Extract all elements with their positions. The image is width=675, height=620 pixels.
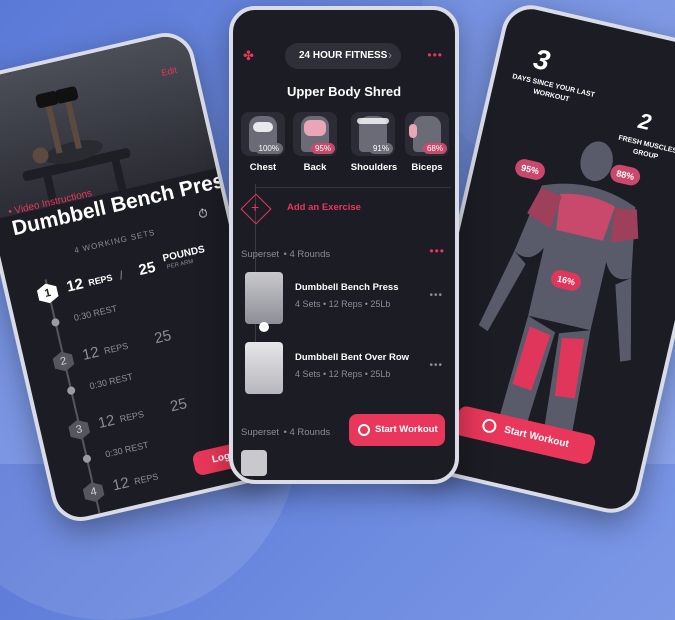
workout-title: Upper Body Shred <box>286 84 402 99</box>
exercise-more-icon[interactable]: ••• <box>429 290 443 301</box>
exercise-name: Dumbbell Bench Press <box>295 282 399 293</box>
app-logo-icon[interactable]: ✤ <box>243 48 254 64</box>
muscle-list: 100% Chest 95% Back 91% Shoulders 68% Bi… <box>241 112 451 178</box>
gym-name: 24 HOUR FITNESS <box>299 50 388 61</box>
superset-label: Superset <box>241 427 280 438</box>
set-number-badge: 4 <box>82 480 106 504</box>
timer-icon[interactable]: ⏱ <box>197 205 210 222</box>
start-workout-label: Start Workout <box>503 424 570 451</box>
muscle-name: Chest <box>249 162 277 173</box>
superset-header: Superset • 4 Rounds ••• <box>241 244 447 260</box>
reps-value: 12 <box>110 474 131 495</box>
muscle-name: Shoulders <box>350 162 398 173</box>
exercise-detail: 4 Sets • 12 Reps • 25Lb <box>295 299 391 309</box>
rest-dot <box>50 317 61 328</box>
exercise-more-icon[interactable]: ••• <box>429 360 443 371</box>
reps-label: REPS <box>103 340 130 357</box>
rest-label: 0:30 REST <box>104 439 150 460</box>
days-count: 3 <box>530 42 553 77</box>
superset-header: Superset • 4 Rounds <box>241 422 361 438</box>
exercise-name: Dumbbell Bent Over Row <box>295 352 410 363</box>
muscle-percent: 100% <box>254 143 283 154</box>
back-muscle-icon: 95% <box>293 112 337 156</box>
muscle-name: Biceps <box>411 162 443 173</box>
set-number-badge: 2 <box>52 350 76 374</box>
exercise-thumbnail <box>245 272 283 324</box>
fresh-count: 2 <box>636 108 654 136</box>
exercise-detail: 4 Sets • 12 Reps • 25Lb <box>295 369 391 379</box>
set-number-badge: 1 <box>36 281 60 305</box>
start-workout-button[interactable]: Start Workout <box>349 414 445 446</box>
weight-value: 25 <box>168 395 189 416</box>
set-number-badge: 3 <box>67 418 91 442</box>
weight-value: 25 <box>152 326 173 348</box>
chest-muscle-icon: 100% <box>241 112 285 156</box>
rest-dot <box>66 385 77 396</box>
reps-label: REPS <box>118 408 145 425</box>
reps-value: 12 <box>96 411 117 433</box>
reps-value: 12 <box>64 275 86 296</box>
add-exercise-row[interactable]: + Add an Exercise <box>240 193 435 225</box>
reps-separator: / <box>118 268 125 283</box>
days-label: DAYS SINCE YOUR LAST WORKOUT <box>511 73 596 104</box>
link-chain-icon <box>259 322 269 332</box>
rest-label: 0:30 REST <box>72 303 119 323</box>
reps-label: REPS <box>133 471 160 487</box>
biceps-muscle-icon: 68% <box>405 112 449 156</box>
exercise-row[interactable]: Dumbbell Bent Over Row 4 Sets • 12 Reps … <box>233 338 455 404</box>
reps-value: 12 <box>80 343 101 364</box>
superset-more-icon[interactable]: ••• <box>429 244 445 258</box>
gym-selector[interactable]: 24 HOUR FITNESS › <box>285 43 401 69</box>
chevron-right-icon: › <box>388 48 392 62</box>
start-workout-label: Start Workout <box>375 424 438 435</box>
weight-value: 25 <box>137 258 158 280</box>
divider <box>255 187 451 188</box>
muscle-percent: 91% <box>368 143 393 154</box>
superset-rounds: 4 Rounds <box>289 249 331 260</box>
plus-glyph-icon: + <box>251 199 260 215</box>
record-icon <box>480 417 498 435</box>
rest-label: 0:30 REST <box>88 371 134 392</box>
exercise-thumbnail <box>245 342 283 394</box>
superset-label: Superset <box>241 249 280 260</box>
exercise-row[interactable]: Dumbbell Bench Press 4 Sets • 12 Reps • … <box>233 268 455 334</box>
superset-rounds: 4 Rounds <box>289 427 331 438</box>
shoulders-muscle-icon: 91% <box>351 112 395 156</box>
muscle-percent: 68% <box>422 143 447 154</box>
muscle-percent: 95% <box>310 143 335 154</box>
middle-phone: ✤ 24 HOUR FITNESS › ••• Upper Body Shred… <box>229 6 459 484</box>
working-sets-label: 4 WORKING SETS <box>73 227 157 256</box>
record-icon <box>358 424 370 436</box>
reps-label: REPS <box>87 272 114 288</box>
muscle-name: Back <box>303 162 327 173</box>
add-exercise-label: Add an Exercise <box>287 202 361 213</box>
exercise-thumbnail <box>241 450 267 476</box>
more-options-icon[interactable]: ••• <box>427 48 443 62</box>
rest-dot <box>82 453 92 464</box>
